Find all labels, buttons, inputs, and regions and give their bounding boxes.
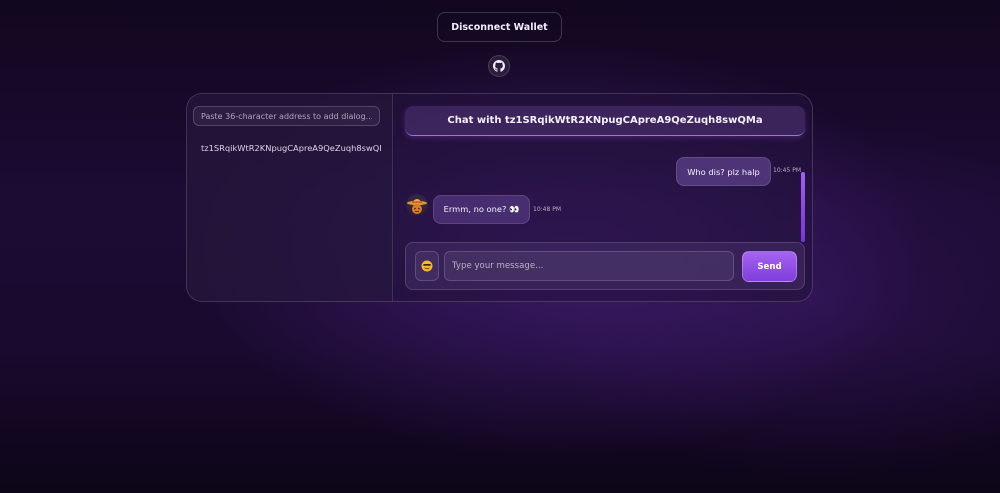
outgoing-message-bubble: Who dis? plz halp xyxy=(676,157,771,186)
add-dialog-address-input[interactable] xyxy=(193,106,380,126)
message-composer: Send xyxy=(405,242,805,290)
disconnect-wallet-button[interactable]: Disconnect Wallet xyxy=(437,12,562,42)
dialog-item[interactable]: tz1SRqikWtR2KNpugCApreA9QeZuqh8swQMa xyxy=(201,143,381,157)
message-scrollbar[interactable] xyxy=(801,142,805,242)
dialogs-sidebar: tz1SRqikWtR2KNpugCApreA9QeZuqh8swQMa xyxy=(187,94,393,301)
chat-area: Chat with tz1SRqikWtR2KNpugCApreA9QeZuqh… xyxy=(393,94,812,301)
send-button[interactable]: Send xyxy=(742,251,797,282)
scrollbar-thumb[interactable] xyxy=(801,172,805,242)
github-link[interactable] xyxy=(488,55,510,77)
emoji-button[interactable] xyxy=(415,251,439,281)
message-timestamp: 10:48 PM xyxy=(533,206,561,213)
message-input[interactable] xyxy=(444,251,734,281)
message-timestamp: 10:45 PM xyxy=(773,167,801,174)
incoming-message-bubble: Ermm, no one? 👀 xyxy=(433,195,530,224)
github-icon xyxy=(493,60,505,72)
chat-title: Chat with tz1SRqikWtR2KNpugCApreA9QeZuqh… xyxy=(405,106,805,136)
smiley-emoji-icon xyxy=(421,260,433,272)
mushroom-sombrero-avatar-icon xyxy=(406,194,428,216)
message-list[interactable]: Who dis? plz halp 10:45 PM Ermm, no one?… xyxy=(393,142,812,242)
chat-app-card: tz1SRqikWtR2KNpugCApreA9QeZuqh8swQMa Cha… xyxy=(186,93,813,302)
